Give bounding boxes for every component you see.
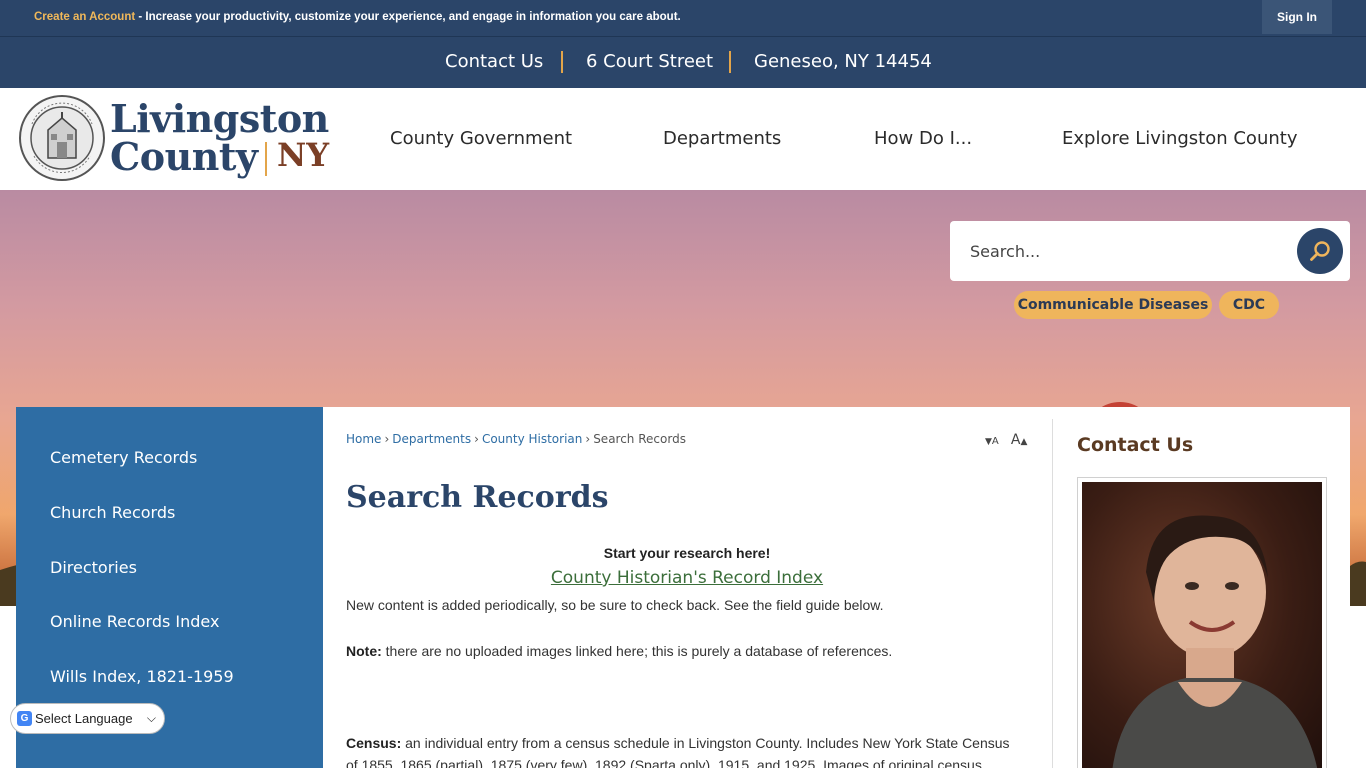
- logo-divider: [265, 142, 267, 176]
- search-input[interactable]: [958, 231, 1288, 271]
- historian-photo: [1082, 482, 1322, 768]
- breadcrumb-home[interactable]: Home: [346, 432, 381, 446]
- contact-us-link[interactable]: Contact Us: [445, 51, 543, 72]
- census-label: Census:: [346, 735, 402, 751]
- city-address: Geneseo, NY 14454: [754, 51, 932, 72]
- language-select[interactable]: G Select Language ⌵: [10, 703, 165, 734]
- create-account-notice: Create an Account - Increase your produc…: [34, 11, 681, 23]
- utility-bar: Create an Account - Increase your produc…: [0, 0, 1366, 36]
- breadcrumb-separator: ›: [384, 432, 390, 446]
- breadcrumb-departments[interactable]: Departments: [392, 432, 471, 446]
- page-title: Search Records: [346, 480, 609, 515]
- google-translate-icon: G: [17, 711, 32, 726]
- breadcrumb-separator: ›: [474, 432, 479, 446]
- sidebar-item-online-records-index[interactable]: Online Records Index: [50, 612, 219, 631]
- nav-county-government[interactable]: County Government: [390, 128, 572, 149]
- nav-how-do-i[interactable]: How Do I...: [874, 128, 972, 149]
- sidebar-item-church-records[interactable]: Church Records: [50, 503, 175, 522]
- contact-bar: Contact Us 6 Court Street Geneseo, NY 14…: [0, 36, 1366, 88]
- county-seal-icon[interactable]: [18, 94, 106, 182]
- create-account-link[interactable]: Create an Account: [34, 11, 135, 23]
- census-paragraph-continued: of 1855, 1865 (partial), 1875 (very few)…: [346, 757, 982, 768]
- chevron-down-icon: ⌵: [146, 711, 156, 725]
- street-address: 6 Court Street: [586, 51, 714, 72]
- create-account-text: - Increase your productivity, customize …: [135, 11, 681, 23]
- decrease-text-button[interactable]: ▼A: [985, 433, 999, 448]
- search-box: [950, 221, 1350, 281]
- breadcrumb-county-historian[interactable]: County Historian: [482, 432, 582, 446]
- increase-text-button[interactable]: A▲: [1011, 432, 1028, 448]
- sign-in-button[interactable]: Sign In: [1262, 0, 1332, 34]
- decrease-text-label: A: [991, 436, 999, 447]
- note-paragraph: Note: there are no uploaded images linke…: [346, 643, 892, 659]
- breadcrumb-separator: ›: [585, 432, 591, 446]
- content-update-text: New content is added periodically, so be…: [346, 597, 884, 613]
- sidebar-item-cemetery-records[interactable]: Cemetery Records: [50, 448, 197, 467]
- logo-text-ny[interactable]: NY: [277, 136, 329, 174]
- contact-separator: [729, 51, 731, 73]
- search-button[interactable]: [1297, 228, 1343, 274]
- note-label: Note:: [346, 643, 382, 659]
- site-header: Livingston County NY County Government D…: [0, 88, 1366, 190]
- column-divider: [1052, 419, 1053, 768]
- language-select-label: Select Language: [35, 711, 133, 726]
- search-icon: [1310, 241, 1330, 261]
- nav-explore-livingston[interactable]: Explore Livingston County: [1062, 128, 1297, 149]
- font-size-controls: ▼A A▲: [985, 432, 1027, 448]
- record-index-link[interactable]: County Historian's Record Index: [346, 568, 1028, 588]
- logo-text-county[interactable]: County: [110, 134, 258, 179]
- contact-us-heading: Contact Us: [1077, 434, 1194, 456]
- breadcrumb-current: Search Records: [593, 432, 686, 446]
- census-paragraph: Census: an individual entry from a censu…: [346, 735, 1010, 751]
- sidebar-item-wills-index[interactable]: Wills Index, 1821-1959: [50, 667, 234, 686]
- note-text: there are no uploaded images linked here…: [381, 643, 893, 659]
- start-research-heading: Start your research here!: [603, 545, 771, 561]
- census-text: an individual entry from a census schedu…: [401, 735, 1010, 751]
- sidebar-item-directories[interactable]: Directories: [50, 558, 137, 577]
- contact-separator: [561, 51, 563, 73]
- quick-link-communicable-diseases[interactable]: Communicable Diseases: [1014, 291, 1212, 319]
- breadcrumb: Home › Departments › County Historian › Search…: [346, 432, 686, 446]
- quick-link-cdc[interactable]: CDC: [1219, 291, 1279, 319]
- nav-departments[interactable]: Departments: [663, 128, 781, 149]
